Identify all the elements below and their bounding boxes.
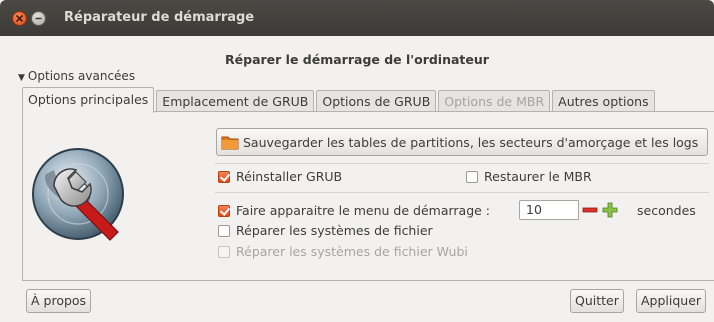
checkbox-unchecked-icon — [466, 170, 478, 183]
apply-button[interactable]: Appliquer — [636, 289, 707, 313]
backup-button-label: Sauvegarder les tables de partitions, le… — [243, 134, 699, 150]
checkbox-checked-icon — [218, 170, 230, 183]
folder-icon — [221, 136, 239, 150]
show-menu-label: Faire apparaitre le menu de démarrage : — [236, 203, 491, 218]
backup-button[interactable]: Sauvegarder les tables de partitions, le… — [216, 128, 708, 156]
tab-grub-location[interactable]: Emplacement de GRUB — [156, 90, 315, 113]
page-title: Réparer le démarrage de l'ordinateur — [225, 52, 489, 67]
separator — [215, 163, 709, 164]
tab-bar: Options principales Emplacement de GRUB … — [22, 87, 657, 113]
boot-repair-logo-icon — [32, 148, 124, 241]
about-button[interactable]: À propos — [26, 289, 92, 313]
restore-mbr-checkbox[interactable]: Restaurer le MBR — [466, 169, 592, 184]
repair-fs-label: Réparer les systèmes de fichier — [236, 223, 433, 238]
advanced-options-expander[interactable]: ▼ Options avancées — [18, 69, 135, 83]
expander-triangle-icon: ▼ — [18, 73, 25, 83]
tab-main-options[interactable]: Options principales — [22, 87, 155, 113]
seconds-label: secondes — [637, 203, 696, 218]
close-icon — [15, 14, 24, 23]
repair-wubi-label: Réparer les systèmes de fichier Wubi — [236, 244, 468, 259]
increase-plus-icon[interactable] — [601, 201, 619, 219]
minimize-icon — [35, 17, 42, 20]
quit-button[interactable]: Quitter — [570, 289, 624, 313]
minimize-window-button[interactable] — [31, 11, 46, 26]
separator — [215, 192, 709, 193]
tab-mbr-options: Options de MBR — [438, 90, 551, 113]
checkbox-unchecked-icon — [218, 224, 230, 237]
reinstall-grub-label: Réinstaller GRUB — [236, 169, 343, 184]
tab-other-options[interactable]: Autres options — [552, 90, 655, 113]
menu-timeout-input[interactable]: 10 — [519, 200, 579, 220]
decrease-minus-icon[interactable] — [581, 201, 599, 219]
repair-wubi-checkbox: Réparer les systèmes de fichier Wubi — [218, 244, 468, 259]
checkbox-checked-icon — [218, 204, 230, 217]
title-bar: Réparateur de démarrage — [0, 0, 714, 36]
expander-label: Options avancées — [27, 69, 136, 83]
window-title: Réparateur de démarrage — [64, 10, 255, 25]
checkbox-disabled-icon — [218, 245, 230, 258]
repair-fs-checkbox[interactable]: Réparer les systèmes de fichier — [218, 223, 433, 238]
tab-grub-options[interactable]: Options de GRUB — [316, 90, 437, 113]
restore-mbr-label: Restaurer le MBR — [484, 169, 592, 184]
show-menu-checkbox[interactable]: Faire apparaitre le menu de démarrage : — [218, 203, 490, 218]
reinstall-grub-checkbox[interactable]: Réinstaller GRUB — [218, 169, 342, 184]
close-window-button[interactable] — [12, 11, 27, 26]
